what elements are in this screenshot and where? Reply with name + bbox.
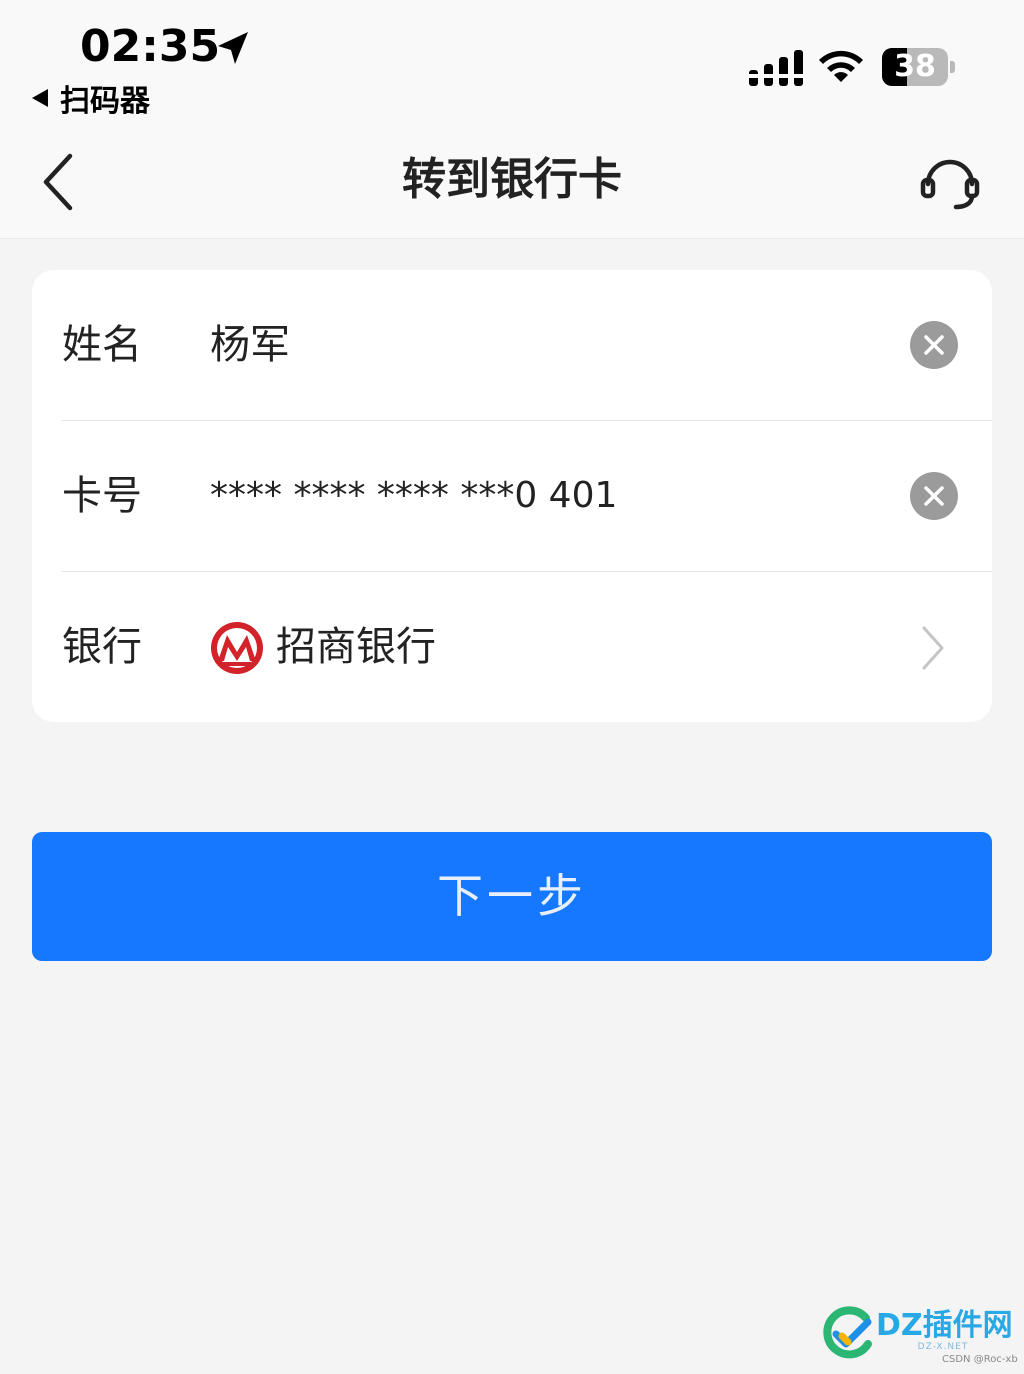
chevron-right-icon bbox=[922, 626, 944, 670]
clear-x-icon bbox=[924, 335, 944, 355]
watermark-domain: DZ-X.NET bbox=[917, 1342, 969, 1352]
next-step-button[interactable]: 下一步 bbox=[32, 832, 992, 961]
cmb-bank-logo-icon bbox=[211, 622, 263, 674]
dz-logo-icon bbox=[823, 1306, 872, 1359]
card-number-label: 卡号 bbox=[62, 473, 142, 519]
card-number-row[interactable]: 卡号 **** **** **** ***0 401 bbox=[32, 421, 992, 571]
name-row[interactable]: 姓名 杨军 bbox=[32, 270, 992, 420]
clear-x-icon bbox=[924, 486, 944, 506]
status-time: 02:35 bbox=[80, 21, 221, 72]
location-arrow-icon bbox=[218, 32, 248, 64]
watermark: DZ插件网 DZ-X.NET CSDN @Roc-xb bbox=[820, 1302, 1020, 1370]
watermark-brand: DZ插件网 bbox=[876, 1308, 1013, 1343]
bank-row[interactable]: 银行 招商银行 bbox=[32, 572, 992, 722]
battery-level: 38 bbox=[894, 49, 936, 84]
bank-label: 银行 bbox=[62, 624, 142, 670]
bank-name: 招商银行 bbox=[276, 624, 436, 670]
clear-name-button[interactable] bbox=[910, 321, 958, 369]
back-app-label: 扫码器 bbox=[60, 84, 150, 119]
page-title: 转到银行卡 bbox=[402, 154, 622, 205]
back-triangle-icon bbox=[32, 89, 48, 107]
name-input[interactable]: 杨军 bbox=[210, 270, 290, 420]
cellular-signal-icon bbox=[749, 50, 803, 86]
back-to-app-link[interactable]: 扫码器 bbox=[32, 78, 150, 119]
watermark-credit: CSDN @Roc-xb bbox=[942, 1354, 1018, 1365]
battery-icon: 38 bbox=[882, 48, 956, 86]
wifi-icon bbox=[819, 50, 863, 82]
headset-icon[interactable] bbox=[918, 150, 982, 214]
battery-cap bbox=[950, 61, 955, 73]
transfer-form-card: 姓名 杨军 卡号 **** **** **** ***0 401 银行 招商银行 bbox=[32, 270, 992, 722]
clear-card-number-button[interactable] bbox=[910, 472, 958, 520]
name-label: 姓名 bbox=[62, 322, 142, 368]
top-bar: 02:35 扫码器 38 转到银行卡 bbox=[0, 0, 1024, 239]
card-number-input[interactable]: **** **** **** ***0 401 bbox=[210, 421, 617, 571]
